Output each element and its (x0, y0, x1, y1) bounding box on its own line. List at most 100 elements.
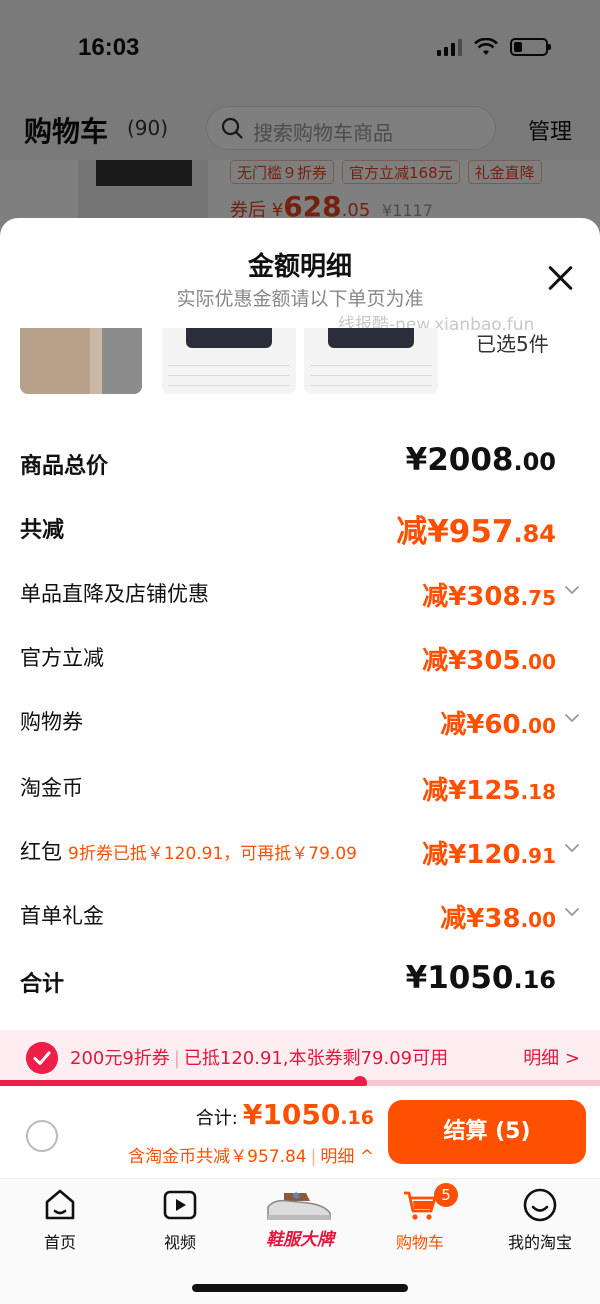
detail-label-text: 单品直降及店铺优惠 (20, 582, 209, 606)
amount-int: 60 (484, 710, 521, 740)
coupon-text: 200元9折券 | 已抵120.91,本张券剩79.09可用 (70, 1048, 449, 1069)
amount-int: 2008 (427, 442, 514, 478)
coupon-name: 200元9折券 (70, 1048, 170, 1069)
detail-amount: 减¥957.84 (396, 506, 556, 551)
amount-currency: ¥ (405, 442, 428, 478)
total-label: 合计: (195, 1108, 238, 1129)
amount-dec: .00 (520, 908, 556, 932)
chevron-down-icon[interactable] (564, 582, 580, 598)
tab-label: 购物车 (395, 1233, 444, 1252)
tab-promo[interactable]: ❄ 鞋服大牌 (252, 1175, 348, 1255)
amount-detail-sheet: 金额明细 实际优惠金额请以下单页为准 线报酷-new.xianbao.fun 已… (0, 218, 600, 1304)
product-thumbnail (20, 328, 142, 394)
amount-currency: ¥ (427, 514, 449, 550)
amount-prefix: 减 (422, 776, 449, 806)
detail-label-text: 共减 (20, 518, 65, 543)
detail-label: 淘金币 (20, 772, 83, 802)
detail-label-text: 商品总价 (20, 454, 109, 479)
total-currency: ¥ (242, 1098, 263, 1131)
detail-amount: 减¥305.00 (422, 640, 556, 677)
selected-items-strip: 已选5件 (0, 328, 600, 398)
tab-home[interactable]: 首页 (0, 1187, 120, 1257)
amount-currency: ¥ (466, 710, 485, 740)
saved-summary: 含淘金币共减￥957.84 | 明细 ^ (128, 1147, 374, 1167)
amount-prefix: 减 (440, 710, 467, 740)
detail-row: 合计 ¥1050.16 (0, 958, 600, 1008)
amount-int: 305 (466, 646, 521, 676)
detail-row: 商品总价 ¥2008.00 (0, 440, 600, 490)
home-indicator[interactable] (192, 1284, 408, 1292)
cart-icon (404, 1191, 437, 1220)
video-icon (163, 1190, 197, 1220)
total-dec: .16 (340, 1107, 374, 1129)
amount-currency: ¥ (448, 582, 467, 612)
detail-row: 官方立减 减¥305.00 (0, 634, 600, 684)
amount-dec: .18 (520, 780, 556, 804)
amount-currency: ¥ (448, 776, 467, 806)
detail-row[interactable]: 首单礼金 减¥38.00 (0, 892, 600, 942)
coupon-bar[interactable]: 200元9折券 | 已抵120.91,本张券剩79.09可用 明细 > (0, 1030, 600, 1086)
sheet-title: 金额明细 (247, 252, 352, 282)
saved-text: 含淘金币共减￥957.84 (128, 1147, 307, 1167)
tab-cart[interactable]: 5 购物车 (360, 1183, 480, 1257)
chevron-down-icon[interactable] (564, 904, 580, 920)
amount-prefix: 减 (396, 514, 428, 550)
total-amount: 合计: ¥1050.16 (196, 1098, 374, 1131)
detail-label: 红包 9折券已抵￥120.91，可再抵￥79.09 (20, 836, 357, 866)
check-icon[interactable] (26, 1042, 58, 1074)
total-int: 1050 (262, 1098, 341, 1131)
amount-int: 38 (484, 904, 521, 934)
tab-video[interactable]: 视频 (120, 1187, 240, 1257)
tab-label: 鞋服大牌 (266, 1230, 334, 1250)
sheet-subtitle: 实际优惠金额请以下单页为准 (176, 288, 424, 310)
amount-int: 308 (466, 582, 521, 612)
amount-prefix: 减 (422, 840, 449, 870)
detail-label: 购物券 (20, 706, 83, 736)
detail-label-text: 红包 (20, 840, 62, 864)
tab-label: 首页 (43, 1233, 76, 1252)
amount-prefix: 减 (440, 904, 467, 934)
detail-label: 商品总价 (20, 448, 108, 480)
amount-dec: .84 (513, 520, 556, 548)
amount-int: 957 (448, 514, 514, 550)
detail-row: 淘金币 减¥125.18 (0, 764, 600, 814)
detail-amount: 减¥60.00 (440, 704, 556, 741)
tab-mine[interactable]: 我的淘宝 (480, 1187, 600, 1257)
cart-badge: 5 (434, 1183, 458, 1207)
tab-label: 我的淘宝 (507, 1233, 572, 1252)
amount-prefix: 减 (422, 582, 449, 612)
detail-label-text: 官方立减 (20, 646, 104, 670)
sneaker-icon: ❄ (267, 1191, 331, 1220)
amount-dec: .00 (520, 714, 556, 738)
checkout-button[interactable]: 结算 (5) (388, 1100, 586, 1164)
home-icon (45, 1189, 75, 1220)
detail-amount: ¥1050.16 (406, 960, 556, 996)
amount-dec: .00 (513, 448, 556, 476)
amount-int: 1050 (427, 960, 514, 996)
amount-dec: .16 (513, 966, 556, 994)
detail-row: 共减 减¥957.84 (0, 504, 600, 554)
product-thumbnail (304, 328, 438, 394)
detail-label: 共减 (20, 512, 64, 544)
detail-row[interactable]: 单品直降及店铺优惠 减¥308.75 (0, 570, 600, 620)
bottom-tab-bar: 首页 视频 ❄ 鞋服大牌 5 购物车 我的淘宝 (0, 1178, 600, 1304)
amount-dec: .91 (520, 844, 556, 868)
select-all-checkbox[interactable] (26, 1120, 58, 1152)
detail-label: 合计 (20, 966, 64, 998)
tab-label: 视频 (163, 1233, 196, 1252)
close-icon[interactable] (546, 264, 574, 292)
saved-detail-toggle[interactable]: 明细 ^ (320, 1147, 374, 1167)
detail-row[interactable]: 购物券 减¥60.00 (0, 698, 600, 748)
detail-amount: ¥2008.00 (406, 442, 556, 478)
chevron-down-icon[interactable] (564, 840, 580, 856)
detail-label-text: 首单礼金 (20, 904, 104, 928)
amount-currency: ¥ (405, 960, 428, 996)
amount-currency: ¥ (448, 646, 467, 676)
detail-amount: 减¥120.91 (422, 834, 556, 871)
detail-label-text: 合计 (20, 972, 65, 997)
coupon-status: 已抵120.91,本张券剩79.09可用 (183, 1048, 449, 1069)
chevron-down-icon[interactable] (564, 710, 580, 726)
detail-row[interactable]: 红包 9折券已抵￥120.91，可再抵￥79.09 减¥120.91 (0, 828, 600, 878)
coupon-detail-link[interactable]: 明细 > (523, 1044, 580, 1070)
detail-label: 单品直降及店铺优惠 (20, 578, 209, 608)
